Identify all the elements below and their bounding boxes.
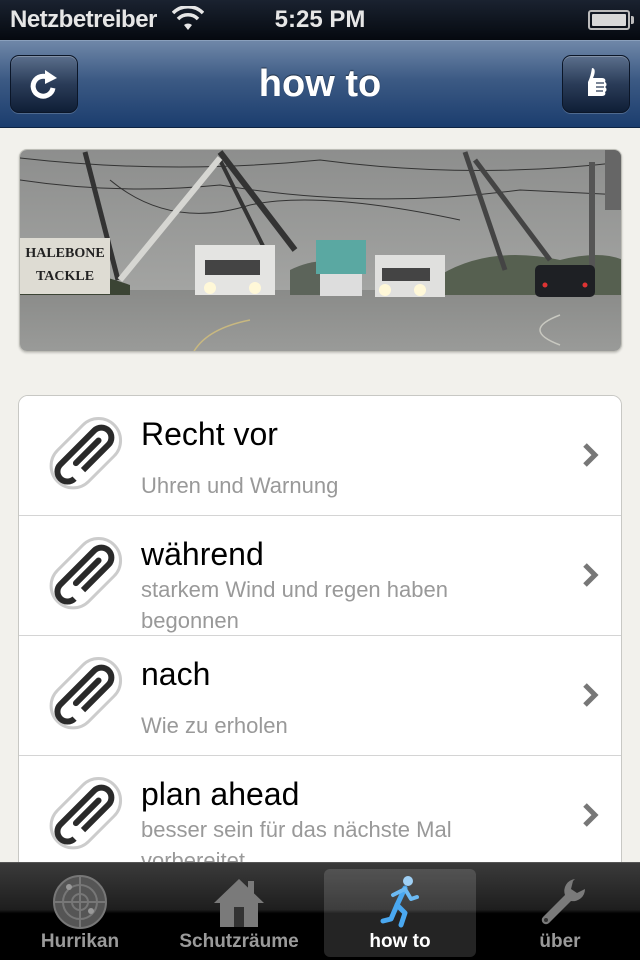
chevron-right-icon [583, 683, 599, 707]
list-item-plan-ahead[interactable]: plan ahead besser sein für das nächste M… [19, 756, 621, 876]
list-item-title: während [141, 536, 264, 572]
status-bar: Netzbetreiber 5:25 PM [0, 0, 640, 40]
paperclip-icon [49, 416, 123, 490]
tab-hurrikan[interactable]: Hurrikan [4, 869, 156, 957]
house-icon [214, 879, 264, 927]
wrench-icon [541, 879, 586, 925]
tab-how-to[interactable]: how to [324, 869, 476, 957]
list-item-subtitle: Uhren und Warnung [141, 473, 339, 498]
running-man-icon [380, 876, 419, 928]
list-item-title: plan ahead [141, 776, 300, 812]
sign-text-1: HALEBONE [25, 246, 104, 261]
topic-list: Recht vor Uhren und Warnung während star… [18, 395, 622, 915]
radar-icon [53, 875, 107, 929]
like-button[interactable] [562, 55, 630, 113]
list-item-subtitle: Wie zu erholen [141, 713, 288, 738]
list-item-title: Recht vor [141, 416, 278, 452]
thumbs-up-icon [588, 68, 607, 96]
list-item-title: nach [141, 656, 211, 692]
navigation-bar: how to [0, 40, 640, 128]
list-item-subtitle: starkem Wind und regen haben begonnen [141, 577, 448, 633]
page-title: how to [258, 63, 382, 105]
list-item-before[interactable]: Recht vor Uhren und Warnung [19, 396, 621, 516]
tab-schutzraeume[interactable]: Schutzräume [163, 869, 315, 957]
tab-ueber[interactable]: über [484, 869, 636, 957]
paperclip-icon [49, 776, 123, 850]
tab-label: how to [369, 931, 431, 952]
tab-label: Schutzräume [179, 931, 299, 952]
clock: 5:25 PM [274, 6, 366, 33]
list-item-during[interactable]: während starkem Wind und regen haben beg… [19, 516, 621, 636]
tab-label: über [539, 931, 581, 952]
tab-bar: Hurrikan Schutzräume how to über [0, 862, 640, 960]
paperclip-icon [49, 656, 123, 730]
chevron-right-icon [583, 803, 599, 827]
list-item-after[interactable]: nach Wie zu erholen [19, 636, 621, 756]
tab-label: Hurrikan [40, 931, 120, 952]
battery-icon [588, 10, 634, 30]
paperclip-icon [49, 536, 123, 610]
chevron-right-icon [583, 443, 599, 467]
hero-image: HALEBONE TACKLE [19, 149, 622, 352]
sign-text-2: TACKLE [36, 269, 94, 284]
chevron-right-icon [583, 563, 599, 587]
